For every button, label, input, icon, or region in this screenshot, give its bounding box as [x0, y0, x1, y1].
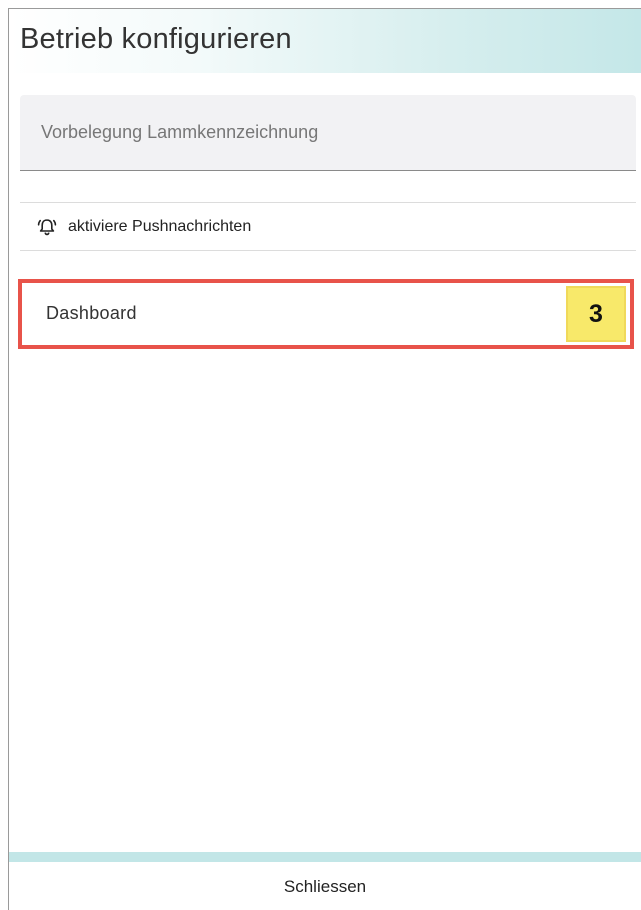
- step-number-badge: 3: [566, 286, 626, 342]
- push-notifications-label: aktiviere Pushnachrichten: [68, 217, 252, 235]
- dialog-footer: Schliessen: [9, 862, 641, 910]
- dialog-title: Betrieb konfigurieren: [20, 23, 292, 55]
- dashboard-item[interactable]: Dashboard 3: [18, 279, 634, 349]
- push-notifications-toggle[interactable]: aktiviere Pushnachrichten: [20, 202, 636, 251]
- dialog-header: Betrieb konfigurieren: [9, 9, 641, 73]
- bell-icon: [37, 217, 57, 237]
- close-button[interactable]: Schliessen: [270, 871, 380, 903]
- lamb-id-field-label: Vorbelegung Lammkennzeichnung: [41, 122, 319, 142]
- footer-divider: [9, 852, 641, 862]
- lamb-id-default-field[interactable]: Vorbelegung Lammkennzeichnung: [20, 95, 636, 171]
- dashboard-label: Dashboard: [46, 303, 137, 323]
- dialog: Betrieb konfigurieren Vorbelegung Lammke…: [8, 8, 641, 910]
